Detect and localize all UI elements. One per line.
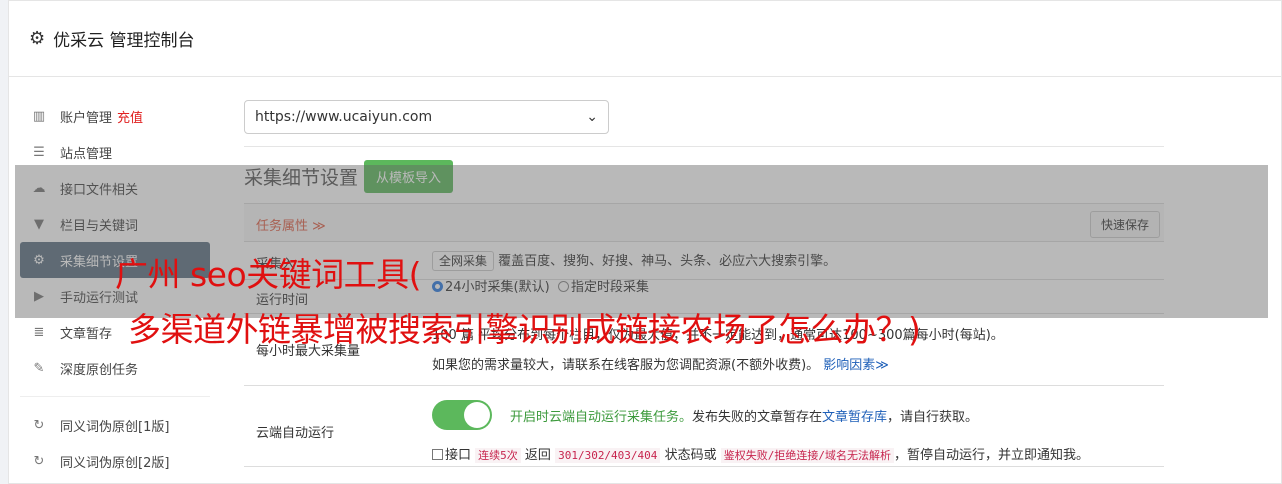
row-text: 状态码或 — [664, 448, 717, 463]
factors-link[interactable]: 影响因素≫ — [823, 358, 889, 373]
code-text: 301/302/403/404 — [555, 448, 661, 463]
row-text: ，请自行获取。 — [887, 410, 979, 425]
sidebar-item-label: 文章暂存 — [60, 326, 113, 342]
server-icon: ☰ — [33, 144, 45, 160]
sidebar-item-label: 账户管理 — [60, 110, 113, 126]
sidebar-item-account[interactable]: ▥ 账户管理 充值 — [20, 98, 210, 134]
recharge-link[interactable]: 充值 — [117, 107, 143, 126]
row-text: 发布失败的文章暂存在 — [692, 410, 823, 425]
sidebar-divider — [20, 396, 210, 397]
sidebar-item-synonym-v1[interactable]: ↻ 同义词伪原创[1版] — [20, 407, 210, 443]
overlay-title-line1: 广州 seo关键词工具( — [115, 255, 422, 294]
sidebar-item-deep-original[interactable]: ✎ 深度原创任务 — [20, 350, 210, 386]
refresh-icon: ↻ — [33, 417, 45, 433]
sidebar-item-label: 同义词伪原创[2版] — [60, 455, 170, 471]
database-icon: ≣ — [33, 324, 45, 340]
article-store-link[interactable]: 文章暂存库 — [822, 410, 887, 425]
gear-icon: ⚙ — [29, 28, 46, 49]
sidebar-item-label: 站点管理 — [60, 146, 113, 162]
main-content: https://www.ucaiyun.com ⌄ 采集细节设置 从模板导入 任… — [244, 100, 1164, 467]
toggle-knob — [464, 402, 490, 428]
row-text: 如果您的需求量较大，请联系在线客服为您调配资源(不额外收费)。 — [432, 358, 820, 373]
row-text: 接口 — [445, 448, 472, 463]
bar-chart-icon: ▥ — [32, 108, 46, 124]
row-value: 接口 连续5次 返回 301/302/403/404 状态码或 鉴权失败/拒绝连… — [432, 444, 1089, 463]
edit-icon: ✎ — [33, 360, 45, 376]
console-header: ⚙ 优采云 管理控制台 — [9, 1, 1281, 77]
chevron-down-icon: ⌄ — [586, 109, 598, 125]
sidebar-item-label: 深度原创任务 — [60, 362, 139, 378]
sidebar-item-synonym-v2[interactable]: ↻ 同义词伪原创[2版] — [20, 443, 210, 479]
table-row: 云端自动运行 开启时云端自动运行采集任务。发布失败的文章暂存在文章暂存库，请自行… — [244, 385, 1164, 467]
divider — [244, 146, 1164, 147]
site-select[interactable]: https://www.ucaiyun.com ⌄ — [244, 100, 609, 134]
row-text: ，暂停自动运行，并立即通知我。 — [893, 448, 1089, 463]
page-title: 优采云 管理控制台 — [53, 31, 195, 51]
site-select-value: https://www.ucaiyun.com — [255, 109, 433, 125]
row-text: 返回 — [524, 448, 551, 463]
refresh-icon: ↻ — [33, 453, 45, 469]
row-text-green: 开启时云端自动运行采集任务。 — [510, 410, 693, 425]
code-text: 连续5次 — [475, 448, 521, 463]
overlay-title-line2: 多渠道外链暴增被搜索引擎识别成链接农场了怎么办？) — [128, 310, 921, 349]
row-value: 如果您的需求量较大，请联系在线客服为您调配资源(不额外收费)。 影响因素≫ — [432, 354, 889, 373]
cloud-auto-run-toggle[interactable] — [432, 400, 492, 430]
row-value: 开启时云端自动运行采集任务。发布失败的文章暂存在文章暂存库，请自行获取。 — [510, 406, 978, 425]
code-text: 鉴权失败/拒绝连接/域名无法解析 — [720, 448, 894, 463]
sidebar-item-label: 同义词伪原创[1版] — [60, 419, 170, 435]
notify-checkbox[interactable] — [432, 449, 443, 460]
row-label: 云端自动运行 — [256, 426, 335, 441]
